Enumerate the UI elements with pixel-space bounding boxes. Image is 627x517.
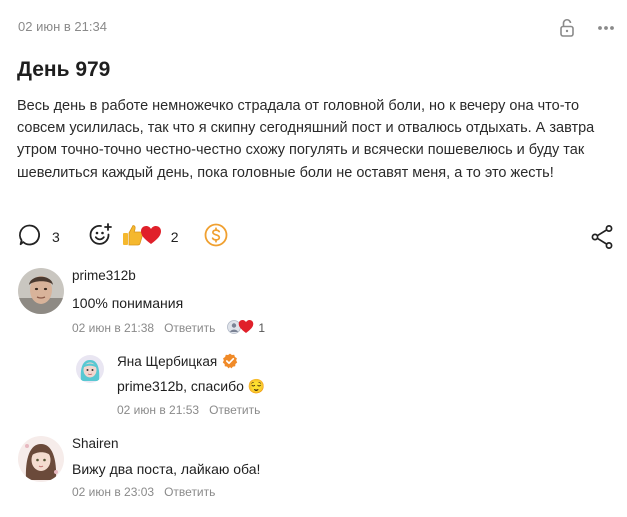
comment-reply: Яна Щербицкая prime312b, спасибо 😌 02 ию…: [0, 347, 627, 427]
donate-button[interactable]: [204, 223, 228, 252]
add-reaction-icon: [88, 222, 114, 253]
reply-button[interactable]: Ответить: [164, 485, 215, 499]
avatar[interactable]: [18, 268, 64, 314]
comment-meta: 02 июн в 21:38 Ответить 1: [72, 319, 265, 337]
comments-button[interactable]: 3: [18, 223, 60, 252]
reactions-count: 2: [170, 229, 179, 245]
post-top-actions: [559, 18, 615, 38]
avatar[interactable]: [76, 355, 104, 383]
heart-icon: [238, 319, 254, 337]
post-action-bar: 3 2: [18, 222, 614, 252]
comment-text: 100% понимания: [72, 295, 184, 311]
share-icon[interactable]: [590, 224, 614, 250]
comment-author-name: Яна Щербицкая: [117, 354, 218, 370]
donate-coin-icon: [204, 223, 228, 252]
comment-author[interactable]: Яна Щербицкая: [117, 353, 238, 372]
reactions-summary[interactable]: 2: [122, 223, 179, 252]
comment-text: prime312b, спасибо 😌: [117, 378, 266, 394]
post-title: День 979: [17, 58, 111, 81]
comment: prime312b 100% понимания 02 июн в 21:38 …: [0, 262, 627, 342]
comment-date: 02 июн в 21:53: [117, 403, 200, 417]
avatar[interactable]: [18, 436, 64, 482]
post-body: Весь день в работе немножечко страдала о…: [17, 98, 595, 181]
reply-button[interactable]: Ответить: [164, 321, 215, 335]
comment-meta: 02 июн в 21:53 Ответить: [117, 403, 260, 417]
add-reaction-button[interactable]: [88, 222, 114, 253]
post-date: 02 июн в 21:34: [18, 19, 107, 34]
comment-author[interactable]: Shairen: [72, 436, 119, 451]
comment-date: 02 июн в 21:38: [72, 321, 155, 335]
comment: Shairen Вижу два поста, лайкаю оба! 02 и…: [0, 430, 627, 510]
lock-open-icon[interactable]: [559, 18, 575, 38]
comment-reactions[interactable]: 1: [227, 319, 265, 337]
comment-date: 02 июн в 23:03: [72, 485, 155, 499]
comment-text: Вижу два поста, лайкаю оба!: [72, 461, 261, 477]
more-dots-icon[interactable]: [597, 25, 615, 31]
heart-icon: [140, 224, 162, 251]
comment-meta: 02 июн в 23:03 Ответить: [72, 485, 215, 499]
verified-badge-icon: [222, 353, 238, 372]
comment-author[interactable]: prime312b: [72, 268, 136, 283]
comments-count: 3: [52, 229, 60, 245]
comment-bubble-icon: [18, 223, 42, 252]
reply-button[interactable]: Ответить: [209, 403, 260, 417]
comment-reactions-count: 1: [258, 321, 266, 335]
